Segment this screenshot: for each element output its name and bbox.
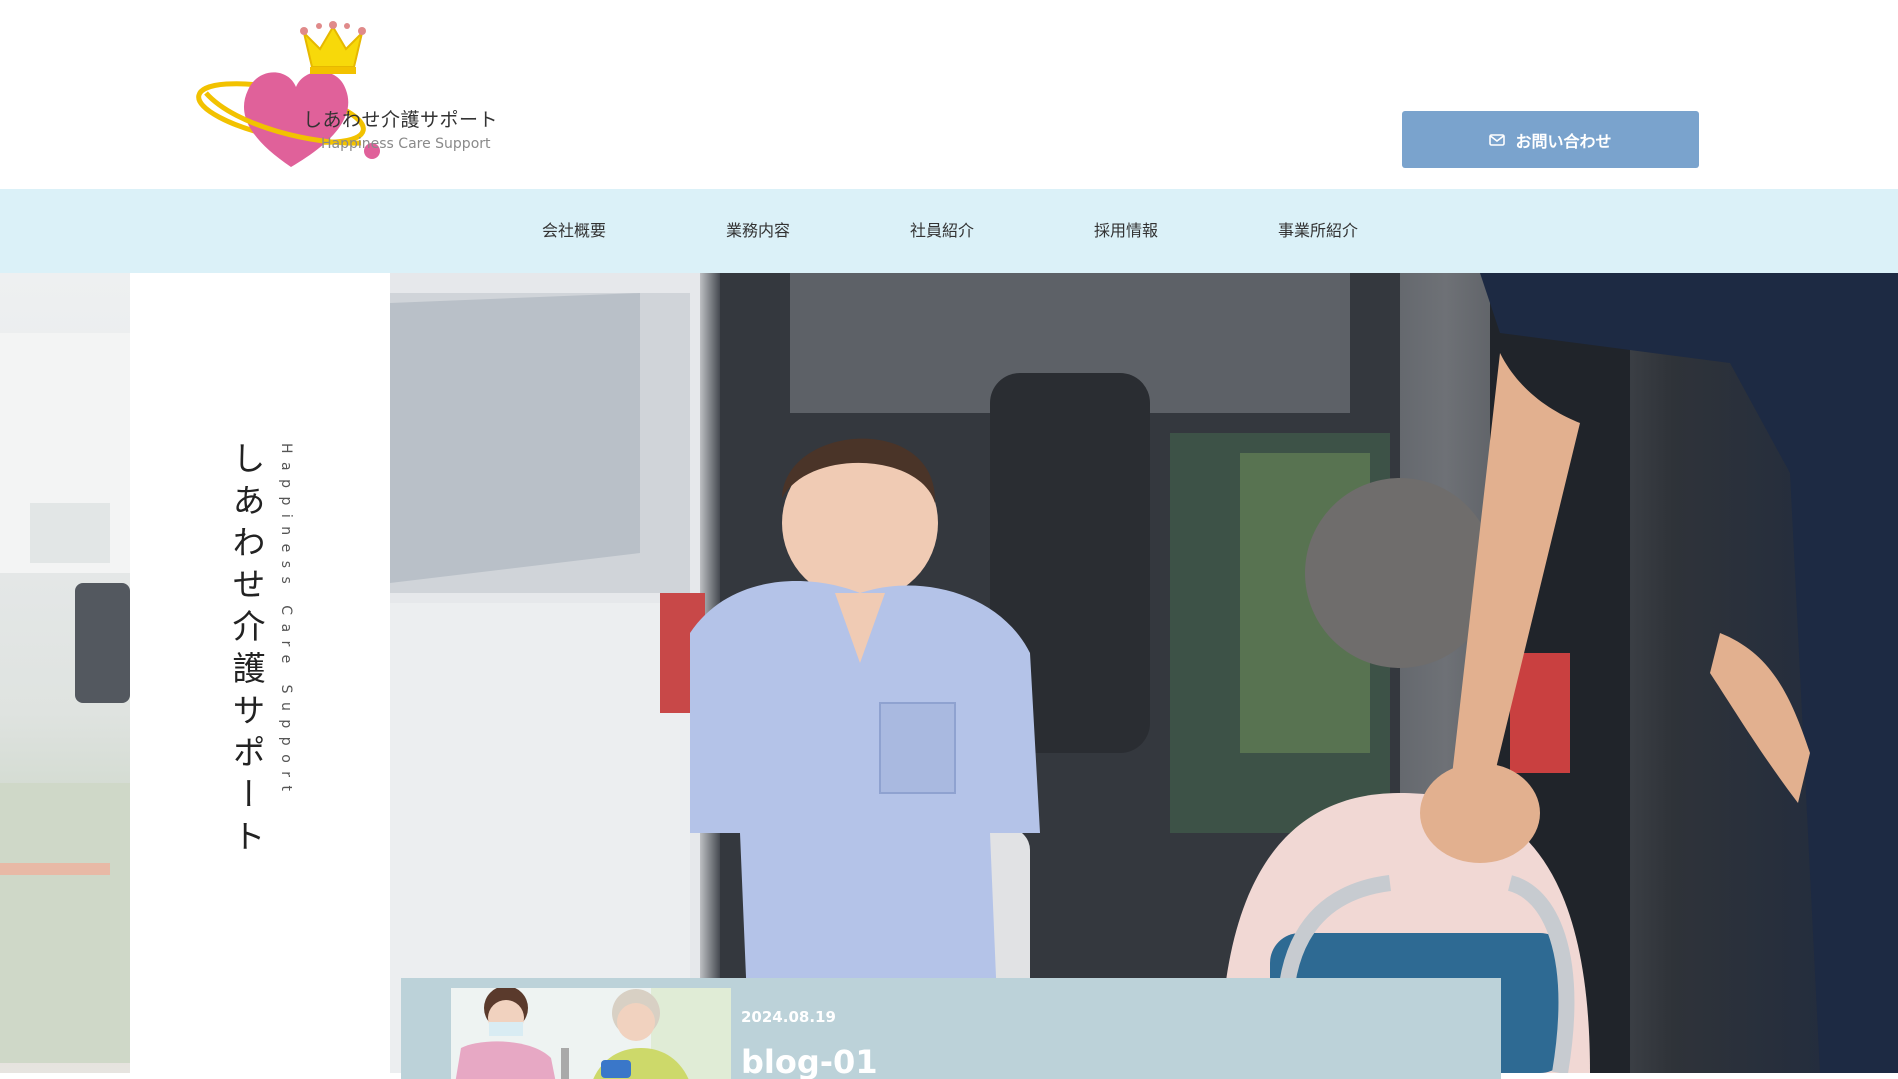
blog-thumbnail [451,988,731,1079]
hero-background-image [0,273,130,1073]
site-header: しあわせ介護サポート Happiness Care Support お問い合わせ [0,0,1898,189]
hero-subtitle: Happiness Care Support [278,443,294,800]
hero-title: しあわせ介護サポート [227,441,266,861]
global-nav: 会社概要 業務内容 社員紹介 採用情報 事業所紹介 [0,189,1898,273]
caregiver-photo-icon [390,273,1898,1073]
nav-item-staff[interactable]: 社員紹介 [910,189,974,273]
contact-button[interactable]: お問い合わせ [1402,111,1699,168]
contact-button-label: お問い合わせ [1515,131,1612,151]
hero-section: しあわせ介護サポート Happiness Care Support 2024.0… [0,273,1898,1079]
mail-icon [1489,133,1506,146]
logo-subtitle: Happiness Care Support [321,136,491,152]
site-logo[interactable]: しあわせ介護サポート Happiness Care Support [196,15,506,175]
hero-photo [390,273,1898,1073]
nav-item-recruit[interactable]: 採用情報 [1094,189,1158,273]
nav-item-company[interactable]: 会社概要 [542,189,606,273]
blog-title[interactable]: blog-01 [741,1043,878,1079]
blog-card[interactable]: 2024.08.19 blog-01 [401,978,1501,1079]
nav-item-offices[interactable]: 事業所紹介 [1278,189,1358,273]
nav-item-services[interactable]: 業務内容 [726,189,790,273]
blog-date: 2024.08.19 [741,1008,836,1026]
logo-title: しあわせ介護サポート [303,109,499,131]
blog-thumbnail-photo-icon [451,988,731,1079]
